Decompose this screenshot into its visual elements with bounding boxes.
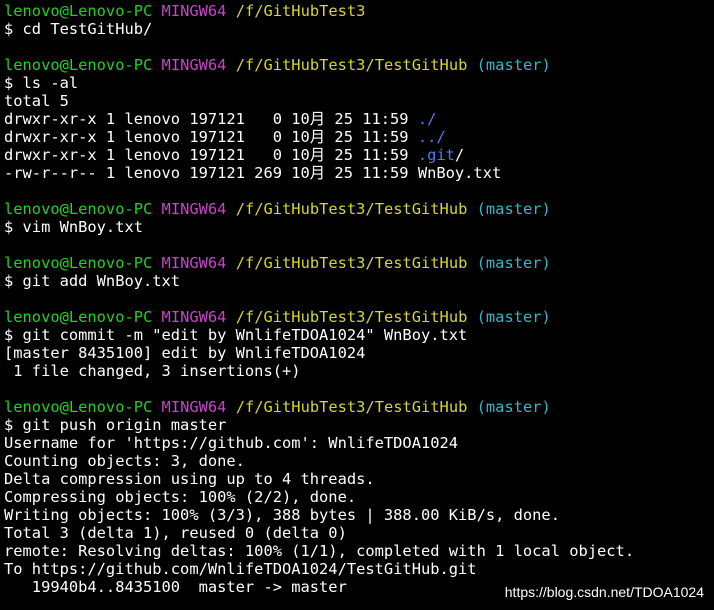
ls-row: drwxr-xr-x 1 lenovo 197121 0 10月 25 11:5… [4, 110, 714, 128]
watermark-url: https://blog.csdn.net/TDOA1024 [504, 584, 704, 600]
ls-row-dir-name: ../ [417, 128, 446, 146]
prompt-user-host: lenovo@Lenovo-PC [4, 254, 153, 272]
output-line: Delta compression using up to 4 threads. [4, 470, 375, 488]
prompt-env: MINGW64 [161, 56, 227, 74]
prompt-user-host: lenovo@Lenovo-PC [4, 56, 153, 74]
command-line: $ cd TestGitHub/ [4, 20, 153, 38]
output-line: To https://github.com/WnlifeTDOA1024/Tes… [4, 560, 477, 578]
prompt-path: /f/GitHubTest3/TestGitHub [235, 56, 468, 74]
prompt-env: MINGW64 [161, 200, 227, 218]
ls-row: drwxr-xr-x 1 lenovo 197121 0 10月 25 11:5… [4, 146, 714, 164]
prompt-env: MINGW64 [161, 254, 227, 272]
prompt-branch: (master) [476, 398, 551, 416]
prompt-path: /f/GitHubTest3/TestGitHub [235, 398, 468, 416]
output-line: Counting objects: 3, done. [4, 452, 245, 470]
ls-row-meta: -rw-r--r-- 1 lenovo 197121 269 10月 25 11… [4, 164, 418, 182]
prompt-line: lenovo@Lenovo-PC MINGW64 /f/GitHubTest3/… [4, 56, 714, 74]
output-line: 1 file changed, 3 insertions(+) [4, 362, 301, 380]
output-line: remote: Resolving deltas: 100% (1/1), co… [4, 542, 635, 560]
prompt-user-host: lenovo@Lenovo-PC [4, 398, 153, 416]
terminal-window[interactable]: lenovo@Lenovo-PC MINGW64 /f/GitHubTest3 … [0, 0, 714, 610]
prompt-path: /f/GitHubTest3/TestGitHub [235, 200, 468, 218]
output-line: Total 3 (delta 1), reused 0 (delta 0) [4, 524, 347, 542]
ls-row-meta: drwxr-xr-x 1 lenovo 197121 0 10月 25 11:5… [4, 146, 418, 164]
output-line: Username for 'https://github.com': Wnlif… [4, 434, 459, 452]
ls-row: drwxr-xr-x 1 lenovo 197121 0 10月 25 11:5… [4, 128, 714, 146]
prompt-line: lenovo@Lenovo-PC MINGW64 /f/GitHubTest3/… [4, 398, 714, 416]
prompt-branch: (master) [476, 200, 551, 218]
prompt-path: /f/GitHubTest3/TestGitHub [235, 254, 468, 272]
command-line: $ git push origin master [4, 416, 227, 434]
output-line: Compressing objects: 100% (2/2), done. [4, 488, 357, 506]
prompt-env: MINGW64 [161, 308, 227, 326]
prompt-line: lenovo@Lenovo-PC MINGW64 /f/GitHubTest3 [4, 2, 714, 20]
command-line: $ git commit -m "edit by WnlifeTDOA1024"… [4, 326, 468, 344]
ls-row-dir-name: .git [417, 146, 455, 164]
ls-row-dir-name: ./ [417, 110, 437, 128]
prompt-line: lenovo@Lenovo-PC MINGW64 /f/GitHubTest3/… [4, 200, 714, 218]
ls-row: -rw-r--r-- 1 lenovo 197121 269 10月 25 11… [4, 164, 714, 182]
ls-row-file-name: WnBoy.txt [417, 164, 502, 182]
prompt-path: /f/GitHubTest3/TestGitHub [235, 308, 468, 326]
prompt-env: MINGW64 [161, 398, 227, 416]
output-line: total 5 [4, 92, 69, 110]
prompt-env: MINGW64 [161, 2, 227, 20]
prompt-user-host: lenovo@Lenovo-PC [4, 308, 153, 326]
command-line: $ ls -al [4, 74, 79, 92]
prompt-user-host: lenovo@Lenovo-PC [4, 200, 153, 218]
output-line: [master 8435100] edit by WnlifeTDOA1024 [4, 344, 366, 362]
prompt-branch: (master) [476, 254, 551, 272]
ls-row-dir-suffix: / [454, 146, 465, 164]
prompt-line: lenovo@Lenovo-PC MINGW64 /f/GitHubTest3/… [4, 308, 714, 326]
command-line: $ vim WnBoy.txt [4, 218, 143, 236]
prompt-branch: (master) [476, 308, 551, 326]
prompt-user-host: lenovo@Lenovo-PC [4, 2, 153, 20]
command-line: $ git add WnBoy.txt [4, 272, 181, 290]
output-line: Writing objects: 100% (3/3), 388 bytes |… [4, 506, 560, 524]
prompt-line: lenovo@Lenovo-PC MINGW64 /f/GitHubTest3/… [4, 254, 714, 272]
prompt-branch: (master) [476, 56, 551, 74]
ls-row-meta: drwxr-xr-x 1 lenovo 197121 0 10月 25 11:5… [4, 128, 418, 146]
prompt-path: /f/GitHubTest3 [235, 2, 366, 20]
ls-row-meta: drwxr-xr-x 1 lenovo 197121 0 10月 25 11:5… [4, 110, 418, 128]
